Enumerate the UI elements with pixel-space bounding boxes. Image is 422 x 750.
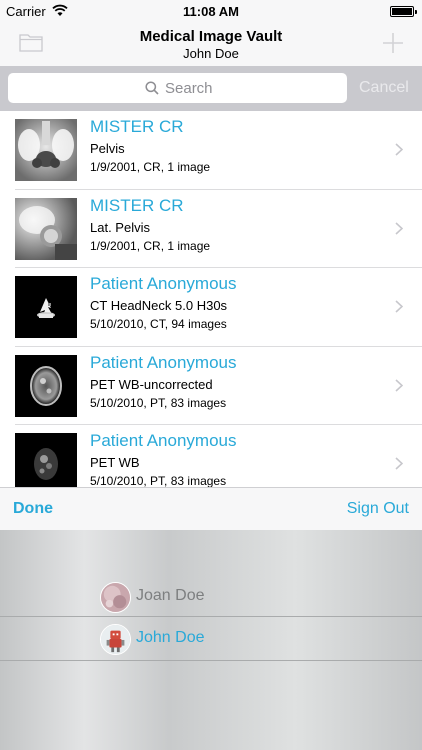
account-row-john-doe[interactable]: John Doe — [0, 618, 422, 660]
sign-out-button[interactable]: Sign Out — [347, 500, 409, 518]
account-separator — [0, 616, 422, 617]
account-separator — [0, 660, 422, 661]
page-title: Medical Image Vault — [139, 28, 283, 45]
study-description: PET WB — [90, 455, 140, 470]
pet-uncorrected-thumbnail — [15, 354, 77, 417]
add-icon[interactable] — [382, 32, 404, 54]
ct-headneck-thumbnail — [15, 276, 77, 338]
study-description: Pelvis — [90, 141, 125, 156]
status-time: 11:08 AM — [183, 4, 239, 19]
avatar — [100, 624, 131, 655]
pet-wb-thumbnail — [15, 433, 77, 487]
study-row[interactable]: MISTER CR Pelvis 1/9/2001, CR, 1 image — [0, 111, 422, 190]
search-icon — [145, 81, 159, 95]
chevron-right-icon — [395, 221, 403, 235]
chevron-right-icon — [395, 300, 403, 313]
chevron-right-icon — [395, 143, 403, 156]
study-row[interactable]: Patient Anonymous PET WB-uncorrected 5/1… — [0, 347, 422, 425]
nav-titles: Medical Image Vault John Doe — [80, 28, 342, 62]
account-name: Joan Doe — [136, 587, 205, 604]
study-meta: 5/10/2010, PT, 83 images — [90, 395, 227, 410]
account-switcher: Joan Doe John Doe — [0, 530, 422, 750]
study-description: PET WB-uncorrected — [90, 376, 213, 392]
study-description: CT HeadNeck 5.0 H30s — [90, 298, 228, 313]
study-list: MISTER CR Pelvis 1/9/2001, CR, 1 image M… — [0, 111, 422, 487]
study-row[interactable]: Patient Anonymous PET WB 5/10/2010, PT, … — [0, 425, 422, 487]
study-meta: 5/10/2010, PT, 83 images — [90, 474, 227, 487]
search-input[interactable]: Search — [8, 73, 347, 103]
bottom-toolbar: Done Sign Out — [0, 487, 422, 530]
patient-name: Patient Anonymous — [90, 274, 237, 293]
xray-pelvis-thumbnail — [15, 119, 77, 181]
chevron-right-icon — [395, 378, 403, 392]
avatar — [100, 582, 131, 613]
search-bar: Search Cancel — [0, 66, 422, 111]
study-description: Lat. Pelvis — [90, 219, 150, 235]
folder-icon[interactable] — [19, 32, 43, 52]
battery-icon — [390, 6, 417, 17]
study-meta: 1/9/2001, CR, 1 image — [90, 238, 211, 253]
study-meta: 5/10/2010, CT, 94 images — [90, 317, 227, 331]
study-row[interactable]: MISTER CR Lat. Pelvis 1/9/2001, CR, 1 im… — [0, 190, 422, 268]
patient-name: Patient Anonymous — [90, 431, 237, 450]
patient-name: MISTER CR — [90, 117, 184, 136]
study-row[interactable]: Patient Anonymous CT HeadNeck 5.0 H30s 5… — [0, 268, 422, 347]
account-name: John Doe — [136, 629, 205, 646]
study-meta: 1/9/2001, CR, 1 image — [90, 160, 211, 174]
chevron-right-icon — [395, 457, 403, 470]
page-subtitle: John Doe — [183, 46, 239, 61]
navigation-bar: Medical Image Vault John Doe — [0, 22, 422, 66]
patient-name: Patient Anonymous — [90, 352, 237, 372]
search-placeholder: Search — [165, 80, 213, 97]
xray-lateral-pelvis-thumbnail — [15, 197, 77, 260]
account-row-joan-doe[interactable]: Joan Doe — [0, 576, 422, 618]
cancel-button[interactable]: Cancel — [359, 79, 409, 97]
status-bar: Carrier 11:08 AM — [0, 0, 422, 22]
patient-name: MISTER CR — [90, 195, 184, 215]
done-button[interactable]: Done — [13, 500, 53, 518]
